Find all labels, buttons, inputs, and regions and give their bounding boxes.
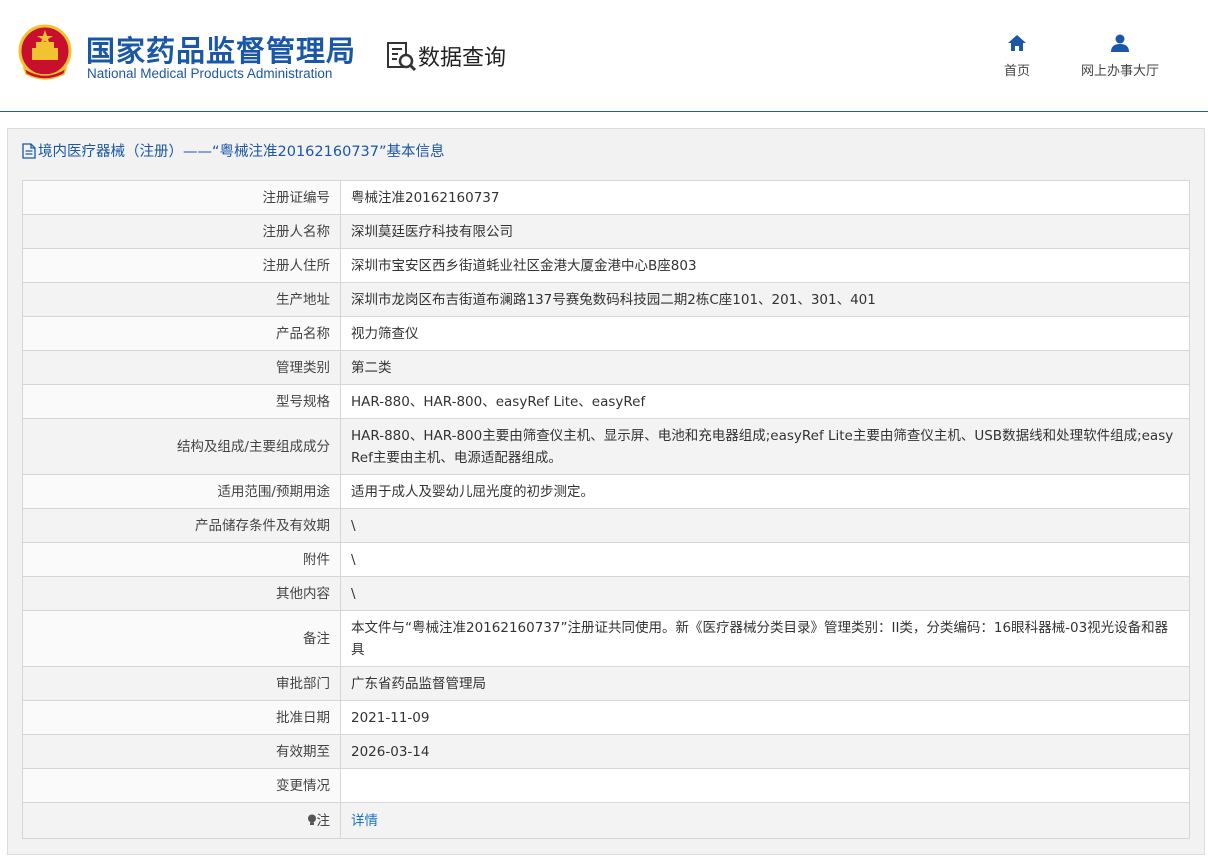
row-key: 注册证编号 <box>22 180 341 215</box>
row-value: 2026-03-14 <box>340 734 1190 769</box>
table-row: 审批部门 广东省药品监督管理局 <box>22 666 1190 701</box>
table-row: 型号规格 HAR-880、HAR-800、easyRef Lite、easyRe… <box>22 384 1190 419</box>
device-info-table: 注册证编号 粤械注准20162160737 注册人名称 深圳莫廷医疗科技有限公司… <box>22 180 1190 839</box>
row-value: HAR-880、HAR-800主要由筛查仪主机、显示屏、电池和充电器组成;eas… <box>340 418 1190 475</box>
panel-title: 境内医疗器械（注册）——“粤械注准20162160737”基本信息 <box>22 140 445 161</box>
row-key: 附件 <box>22 542 341 577</box>
row-key: 注册人名称 <box>22 214 341 249</box>
row-value: HAR-880、HAR-800、easyRef Lite、easyRef <box>340 384 1190 419</box>
table-row: 注册人住所 深圳市宝安区西乡街道蚝业社区金港大厦金港中心B座803 <box>22 248 1190 283</box>
panel-title-text: 境内医疗器械（注册）——“粤械注准20162160737”基本信息 <box>38 144 445 160</box>
data-query-icon <box>387 42 417 72</box>
table-row: 产品名称 视力筛查仪 <box>22 316 1190 351</box>
row-value <box>340 768 1190 803</box>
row-value: \ <box>340 542 1190 577</box>
logo-english-title: National Medical Products Administration <box>87 66 333 81</box>
row-key: 产品名称 <box>22 316 341 351</box>
table-row: 产品储存条件及有效期 \ <box>22 508 1190 543</box>
section-title: 数据查询 <box>418 46 507 71</box>
row-value: 深圳市宝安区西乡街道蚝业社区金港大厦金港中心B座803 <box>340 248 1190 283</box>
table-row: 结构及组成/主要组成成分 HAR-880、HAR-800主要由筛查仪主机、显示屏… <box>22 418 1190 475</box>
table-row: 变更情况 <box>22 768 1190 803</box>
table-row: 管理类别 第二类 <box>22 350 1190 385</box>
header-divider <box>0 111 1208 112</box>
row-key: 审批部门 <box>22 666 341 701</box>
nav-online-service-hall[interactable]: 网上办事大厅 <box>1081 33 1159 79</box>
details-link[interactable]: 详情 <box>351 813 378 829</box>
home-icon <box>1008 35 1026 51</box>
row-key: 变更情况 <box>22 768 341 803</box>
row-key-note: 注 <box>22 802 341 839</box>
row-key: 产品储存条件及有效期 <box>22 508 341 543</box>
nav-home[interactable]: 首页 <box>1004 33 1030 79</box>
nav-home-label: 首页 <box>1004 64 1031 79</box>
row-key: 注册人住所 <box>22 248 341 283</box>
row-value: 2021-11-09 <box>340 700 1190 735</box>
row-key: 管理类别 <box>22 350 341 385</box>
row-key: 其他内容 <box>22 576 341 611</box>
lightbulb-icon <box>307 814 316 825</box>
document-icon <box>22 142 36 159</box>
table-row: 备注 本文件与“粤械注准20162160737”注册证共同使用。新《医疗器械分类… <box>22 610 1190 667</box>
row-value: \ <box>340 508 1190 543</box>
row-value: 深圳莫廷医疗科技有限公司 <box>340 214 1190 249</box>
table-row: 生产地址 深圳市龙岗区布吉街道布澜路137号赛兔数码科技园二期2栋C座101、2… <box>22 282 1190 317</box>
row-key: 批准日期 <box>22 700 341 735</box>
note-label: 注 <box>316 812 331 829</box>
logo-chinese-title: 国家药品监督管理局 <box>86 34 357 68</box>
row-key: 有效期至 <box>22 734 341 769</box>
row-value: 深圳市龙岗区布吉街道布澜路137号赛兔数码科技园二期2栋C座101、201、30… <box>340 282 1190 317</box>
row-value: 适用于成人及婴幼儿屈光度的初步测定。 <box>340 474 1190 509</box>
site-header: 国家药品监督管理局 National Medical Products Admi… <box>0 0 1208 111</box>
row-key: 生产地址 <box>22 282 341 317</box>
row-value: 第二类 <box>340 350 1190 385</box>
row-value: 本文件与“粤械注准20162160737”注册证共同使用。新《医疗器械分类目录》… <box>340 610 1190 667</box>
table-row: 适用范围/预期用途 适用于成人及婴幼儿屈光度的初步测定。 <box>22 474 1190 509</box>
table-row: 有效期至 2026-03-14 <box>22 734 1190 769</box>
row-key: 备注 <box>22 610 341 667</box>
row-key: 结构及组成/主要组成成分 <box>22 418 341 475</box>
nav-online-service-label: 网上办事大厅 <box>1081 64 1160 79</box>
table-row: 注册人名称 深圳莫廷医疗科技有限公司 <box>22 214 1190 249</box>
table-row: 批准日期 2021-11-09 <box>22 700 1190 735</box>
row-key: 适用范围/预期用途 <box>22 474 341 509</box>
user-icon <box>1111 34 1129 52</box>
table-row: 其他内容 \ <box>22 576 1190 611</box>
table-row: 注册证编号 粤械注准20162160737 <box>22 180 1190 215</box>
row-value: 广东省药品监督管理局 <box>340 666 1190 701</box>
table-row: 注 详情 <box>22 802 1190 839</box>
national-emblem-icon <box>18 24 72 80</box>
row-key: 型号规格 <box>22 384 341 419</box>
row-value-details: 详情 <box>340 802 1190 839</box>
row-value: 粤械注准20162160737 <box>340 180 1190 215</box>
row-value: \ <box>340 576 1190 611</box>
row-value: 视力筛查仪 <box>340 316 1190 351</box>
table-row: 附件 \ <box>22 542 1190 577</box>
